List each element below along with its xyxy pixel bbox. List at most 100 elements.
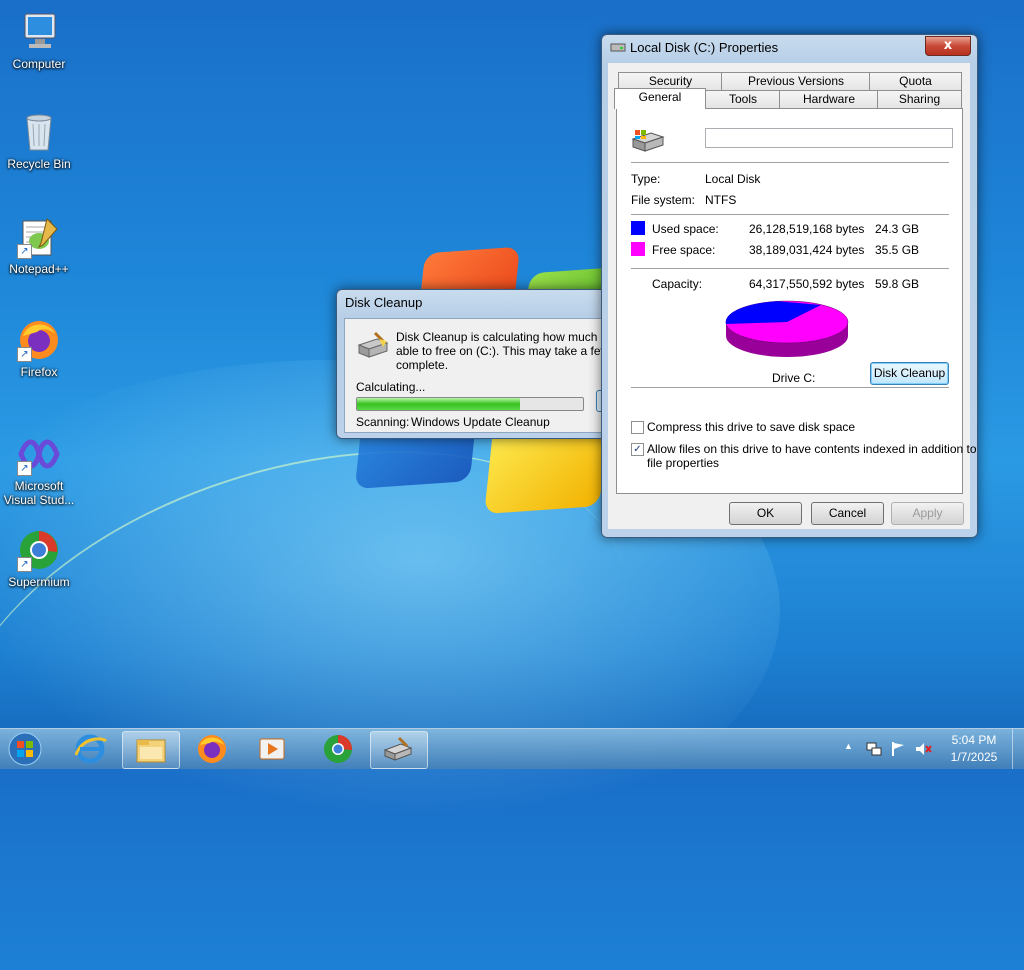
capacity-gb: 59.8 GB	[875, 277, 920, 291]
apply-button[interactable]: Apply	[891, 502, 964, 525]
desktop-icon-recycle-bin[interactable]: Recycle Bin	[0, 110, 78, 171]
used-space-swatch	[631, 221, 645, 235]
desktop-icon-label: Microsoft Visual Stud...	[3, 479, 75, 507]
index-label-line2: file properties	[647, 456, 720, 470]
divider	[631, 162, 949, 164]
taskbar-file-explorer[interactable]	[122, 731, 180, 769]
disk-cleanup-icon	[355, 331, 389, 362]
file-system-label: File system:	[631, 193, 696, 207]
disk-cleanup-button[interactable]: Disk Cleanup	[870, 362, 949, 385]
show-desktop-button[interactable]	[1012, 729, 1024, 769]
scanning-label: Scanning:	[356, 415, 410, 429]
visual-studio-icon: ↗	[17, 432, 61, 476]
properties-body: Security Previous Versions Quota General…	[608, 63, 977, 529]
internet-explorer-icon	[74, 734, 108, 764]
disk-usage-pie-chart	[725, 300, 849, 357]
network-icon[interactable]	[866, 741, 882, 760]
capacity-label: Capacity:	[652, 277, 703, 291]
dialog-message-line1: Disk Cleanup is calculating how much spa…	[396, 330, 633, 344]
dialog-message-line2: able to free on (C:). This may take a fe…	[396, 344, 626, 358]
index-checkbox[interactable]: ✓	[631, 443, 644, 456]
divider	[631, 387, 949, 389]
drive-icon	[610, 36, 626, 62]
tab-previous-versions[interactable]: Previous Versions	[721, 72, 871, 90]
desktop-icon-label: Firefox	[20, 365, 58, 379]
desktop-icon-computer[interactable]: Computer	[0, 10, 78, 71]
cancel-button[interactable]: Cancel	[811, 502, 884, 525]
file-system-value: NTFS	[705, 193, 737, 207]
tab-sharing[interactable]: Sharing	[877, 90, 962, 108]
supermium-icon	[324, 734, 353, 763]
clock-date[interactable]: 1/7/2025	[946, 750, 1002, 764]
dialog-title: Disk Cleanup	[345, 295, 423, 310]
notepad-plus-plus-icon: ↗	[17, 215, 61, 259]
taskbar-internet-explorer[interactable]	[62, 731, 118, 767]
desktop-icon-notepad-plus-plus[interactable]: ↗ Notepad++	[0, 215, 78, 276]
firefox-icon	[198, 735, 226, 763]
ok-button[interactable]: OK	[729, 502, 802, 525]
desktop-icon-visual-studio[interactable]: ↗ Microsoft Visual Stud...	[0, 432, 78, 507]
index-label-line1: Allow files on this drive to have conten…	[647, 442, 977, 456]
general-tab-page: Type: Local Disk File system: NTFS Used …	[616, 108, 977, 494]
type-value: Local Disk	[705, 172, 761, 186]
taskbar-disk-cleanup[interactable]	[370, 731, 428, 769]
dialog-message-line3: complete.	[396, 358, 449, 372]
scanning-value: Windows Update Cleanup	[411, 415, 550, 429]
capacity-bytes: 64,317,550,592 bytes	[749, 277, 865, 291]
computer-icon	[17, 10, 61, 54]
volume-muted-icon[interactable]	[914, 741, 932, 760]
tab-hardware[interactable]: Hardware	[779, 90, 879, 108]
taskbar-supermium[interactable]	[310, 731, 366, 767]
shortcut-arrow-icon: ↗	[17, 557, 32, 572]
disk-cleanup-icon	[383, 736, 413, 761]
progress-bar	[356, 397, 584, 411]
shortcut-arrow-icon: ↗	[17, 347, 32, 362]
free-space-bytes: 38,189,031,424 bytes	[749, 243, 865, 257]
tab-tools[interactable]: Tools	[705, 90, 781, 108]
firefox-icon: ↗	[17, 318, 61, 362]
dialog-body: Disk Cleanup is calculating how much spa…	[344, 318, 633, 433]
taskbar-firefox[interactable]	[184, 731, 240, 767]
disk-cleanup-dialog[interactable]: Disk Cleanup Disk Cleanup is calculating…	[336, 289, 633, 439]
file-explorer-icon	[136, 739, 166, 763]
action-center-flag-icon[interactable]	[890, 741, 906, 760]
progress-bar-fill	[357, 398, 520, 410]
desktop-icon-firefox[interactable]: ↗ Firefox	[0, 318, 78, 379]
divider	[631, 214, 949, 216]
calculating-label: Calculating...	[356, 380, 426, 394]
window-title: Local Disk (C:) Properties	[630, 40, 779, 55]
desktop-icon-label: Supermium	[8, 575, 70, 589]
properties-titlebar[interactable]: Local Disk (C:) Properties	[602, 35, 977, 61]
recycle-bin-icon	[17, 110, 61, 154]
divider	[631, 268, 949, 270]
tray-expand-arrow[interactable]: ▲	[844, 741, 853, 751]
close-button[interactable]: x	[925, 36, 971, 56]
start-orb-icon	[8, 732, 42, 766]
clock-time[interactable]: 5:04 PM	[950, 733, 998, 747]
used-space-gb: 24.3 GB	[875, 222, 920, 236]
desktop-icon-supermium[interactable]: ↗ Supermium	[0, 528, 78, 589]
media-player-icon	[259, 738, 285, 760]
drive-label: Drive C:	[772, 371, 816, 385]
taskbar-media-player[interactable]	[244, 731, 300, 767]
desktop-icon-label: Computer	[12, 57, 66, 71]
taskbar: ▲ 5:04 PM 1/7/2025	[0, 728, 1024, 769]
start-button[interactable]	[6, 731, 44, 767]
free-space-label: Free space:	[652, 243, 716, 257]
desktop-icon-label: Recycle Bin	[7, 157, 71, 171]
free-space-swatch	[631, 242, 645, 256]
shortcut-arrow-icon: ↗	[17, 461, 32, 476]
free-space-gb: 35.5 GB	[875, 243, 920, 257]
used-space-label: Used space:	[652, 222, 719, 236]
shortcut-arrow-icon: ↗	[17, 244, 32, 259]
tab-quota[interactable]: Quota	[869, 72, 962, 90]
compress-checkbox[interactable]	[631, 421, 644, 434]
desktop-icon-label: Notepad++	[9, 262, 69, 276]
check-icon: ✓	[633, 444, 642, 455]
drive-large-icon	[631, 127, 665, 156]
close-icon: x	[943, 38, 953, 53]
tab-general[interactable]: General	[614, 88, 706, 109]
properties-window[interactable]: Local Disk (C:) Properties x Security Pr…	[601, 34, 978, 538]
volume-name-input[interactable]	[705, 128, 953, 148]
supermium-icon: ↗	[17, 528, 61, 572]
